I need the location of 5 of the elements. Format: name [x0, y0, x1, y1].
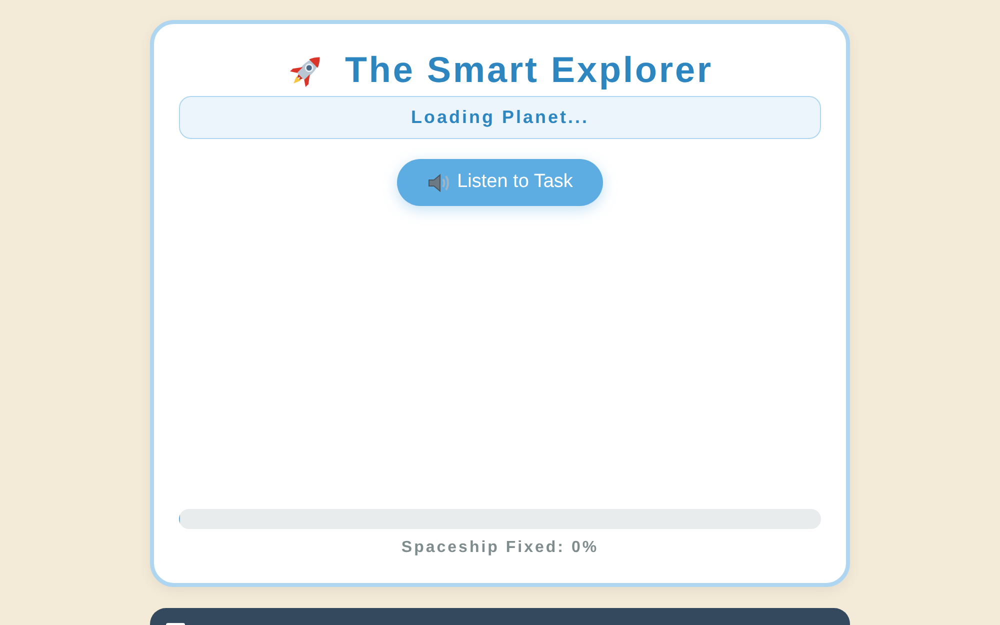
listen-button[interactable]: Listen to Task: [397, 159, 603, 206]
speaker-icon: [427, 172, 452, 194]
app-title: The Smart Explorer: [344, 48, 714, 92]
progress-label: Spaceship Fixed: 0%: [401, 538, 599, 558]
status-text: Loading Planet...: [410, 106, 589, 129]
